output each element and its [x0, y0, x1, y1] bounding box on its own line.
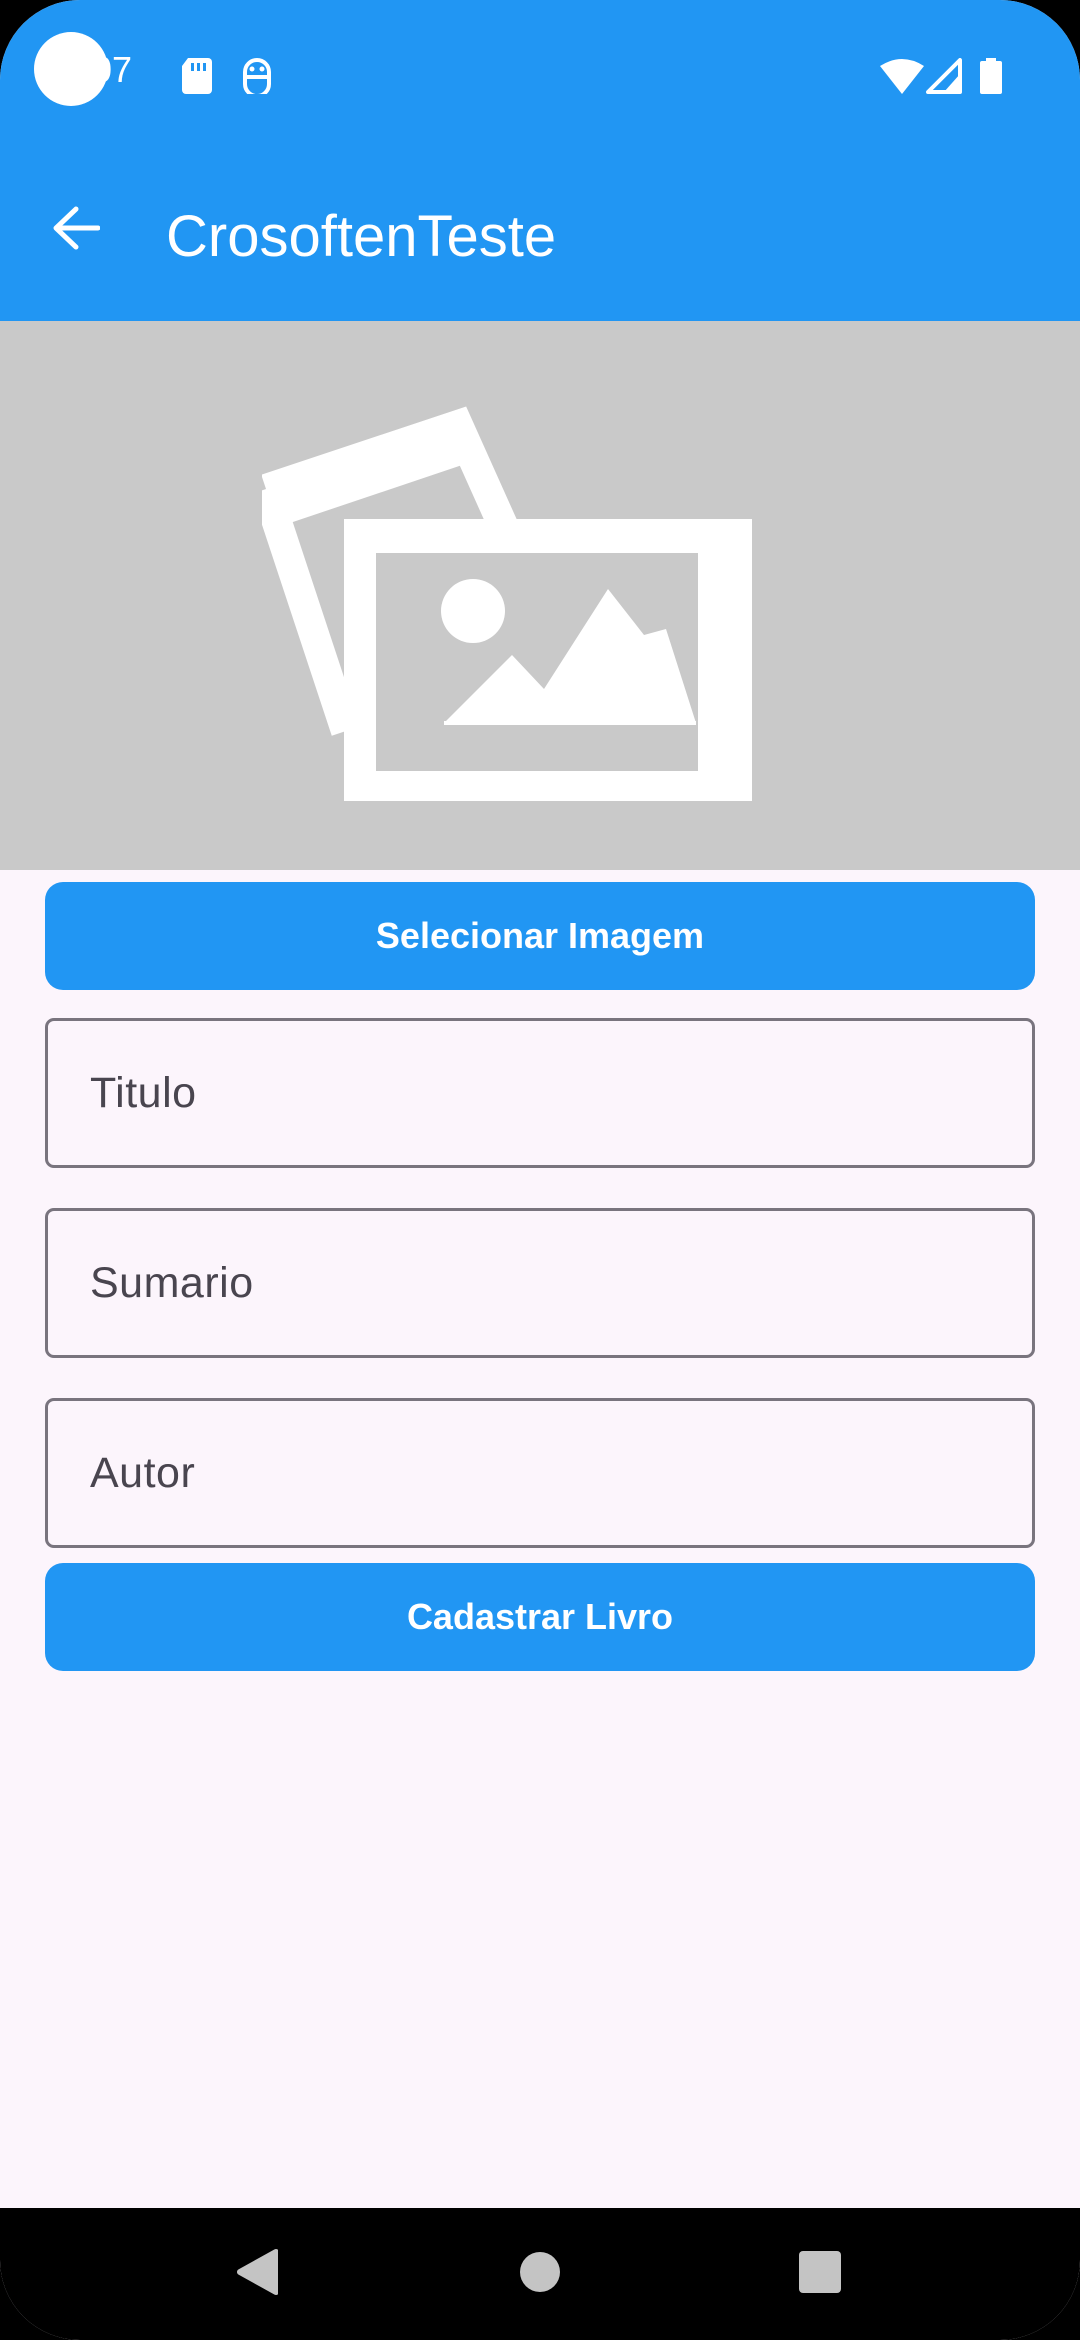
status-bar: 07 [0, 0, 1080, 150]
author-field[interactable]: Autor [45, 1398, 1035, 1548]
camera-cutout [34, 32, 108, 106]
nav-back-button[interactable] [216, 2234, 296, 2314]
app-bar: CrosoftenTeste [0, 150, 1080, 321]
title-field[interactable]: Titulo [45, 1018, 1035, 1168]
back-triangle-icon [234, 2248, 279, 2301]
debug-icon [242, 58, 272, 99]
app-title: CrosoftenTeste [166, 204, 557, 269]
nav-home-button[interactable] [500, 2234, 580, 2314]
summary-field[interactable]: Sumario [45, 1208, 1035, 1358]
battery-icon [980, 58, 1002, 99]
recents-square-icon [798, 2250, 842, 2299]
book-image-preview [0, 321, 1080, 870]
back-button[interactable] [36, 190, 116, 270]
summary-field-label: Sumario [90, 1258, 254, 1307]
title-field-label: Titulo [90, 1068, 197, 1117]
arrow-left-icon [52, 206, 101, 255]
wifi-icon [880, 58, 924, 99]
system-nav-bar [0, 2208, 1080, 2340]
register-book-button[interactable]: Cadastrar Livro [45, 1563, 1035, 1671]
author-field-label: Autor [90, 1448, 196, 1497]
select-image-button[interactable]: Selecionar Imagem [45, 882, 1035, 990]
sd-card-icon [182, 58, 212, 99]
signal-icon [926, 58, 962, 99]
app-screen: 07 CrosoftenTeste Selecionar Imagem Titu… [0, 0, 1080, 2340]
nav-recents-button[interactable] [780, 2234, 860, 2314]
home-circle-icon [518, 2250, 562, 2299]
